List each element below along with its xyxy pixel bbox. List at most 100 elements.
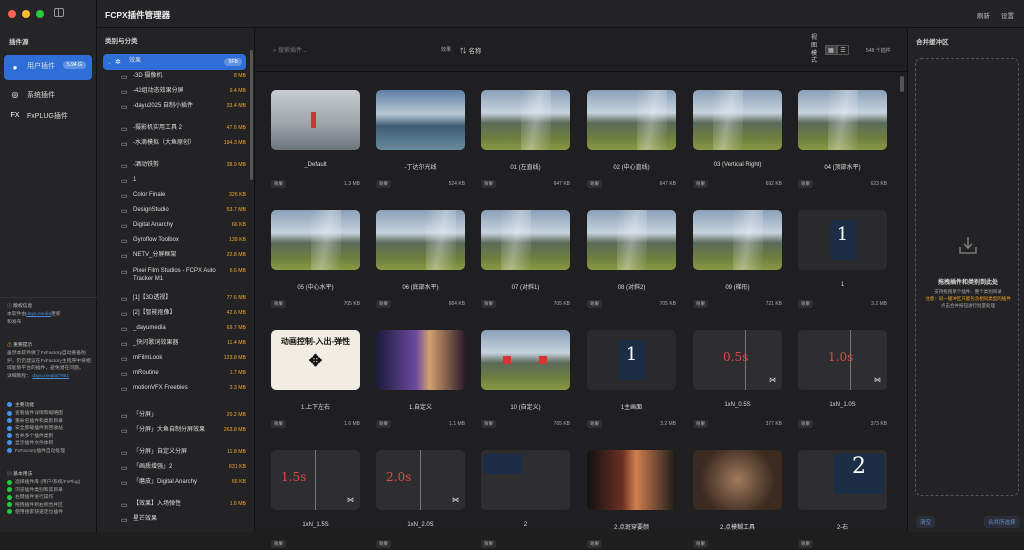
folder-icon: ▭ <box>121 74 128 81</box>
source-fxplug[interactable]: FX FxPLUG插件 <box>4 103 92 128</box>
plugin-grid-panel: ⌕ 搜索插件... 效果 ⇅ 名称 视图模式 ▦ ☰ 548 个插件 _Defa… <box>255 28 907 548</box>
plugin-card[interactable]: 1.0s ⋈ 1xN_1.0S 效果 373 KB <box>798 330 887 430</box>
category-item[interactable]: ▭ [1]【3D透视】 77.6 MB <box>103 295 246 303</box>
settings-button[interactable]: 设置 <box>1001 10 1014 20</box>
category-item[interactable]: ▭ mRoutine 1.7 MB <box>103 370 246 378</box>
drop-zone[interactable]: 拖拽插件和类别到此处 支持拖拽单个插件、整个类别目录 注意：同一缓冲区只能包含相… <box>915 58 1019 496</box>
category-scrollbar[interactable] <box>250 50 253 180</box>
category-item[interactable]: ▭ -摄影机实用工具 2 47.6 MB <box>103 125 246 133</box>
plugin-card[interactable]: 2 效果 <box>481 450 570 550</box>
plugin-thumbnail <box>271 210 360 270</box>
usage-item: 选择插件库 (用户/系统/FxPlug) <box>7 479 93 486</box>
category-item[interactable]: ▭ 1 <box>103 177 246 185</box>
grid-view-icon[interactable]: ▦ <box>825 45 837 55</box>
plugin-size: 373 KB <box>870 421 887 427</box>
plugin-card[interactable]: 01 (左直线) 效果 647 KB <box>481 90 570 190</box>
source-user[interactable]: ● 用户插件 5.94 G <box>4 55 92 80</box>
plugin-card[interactable]: 08 (对斜2) 效果 705 KB <box>587 210 676 310</box>
category-item[interactable]: ▭ 「分屏」大鱼自制分屏效果 263.8 MB <box>103 427 246 435</box>
notice-link[interactable]: dayu.media/7961 <box>32 374 69 379</box>
plugin-name: -丁达尔光线 <box>404 165 437 171</box>
plugin-card[interactable]: 09 (梯形) 效果 721 KB <box>693 210 782 310</box>
category-item[interactable]: ▭ mFilmLook 123.8 MB <box>103 355 246 363</box>
feature-title: 主要功能 <box>15 403 35 408</box>
plugin-card[interactable]: 2.0s ⋈ 1xN_2.0S 效果 <box>376 450 465 550</box>
refresh-button[interactable]: 刷新 <box>977 10 990 20</box>
category-item[interactable]: ▭ motionVFX Freebies 3.3 MB <box>103 385 246 393</box>
plugin-card[interactable]: 1 1 效果 3.2 MB <box>798 210 887 310</box>
zoom-icon[interactable] <box>36 10 44 18</box>
plugin-card[interactable]: 2 2-右 效果 <box>798 450 887 550</box>
plugin-thumbnail <box>481 90 570 150</box>
minimize-icon[interactable] <box>22 10 30 18</box>
plugin-card[interactable]: 1 1主画面 效果 3.2 MB <box>587 330 676 430</box>
search-input[interactable]: ⌕ 搜索插件... <box>273 45 307 55</box>
close-icon[interactable] <box>8 10 16 18</box>
category-item[interactable]: ▭ -42组动态效果分屏 9.4 MB <box>103 88 246 96</box>
category-item[interactable]: ▭ [2]【智能抠像】 42.6 MB <box>103 310 246 318</box>
plugin-card[interactable]: 02 (中心直线) 效果 647 KB <box>587 90 676 190</box>
plugin-card[interactable]: 03 (Vertical Right) 效果 692 KB <box>693 90 782 190</box>
version-link[interactable]: dayu.media <box>26 312 51 317</box>
category-item[interactable]: ▭ -dayu2025 自制小插件 33.4 MB <box>103 103 246 111</box>
plugin-card[interactable]: 04 (顶部水平) 效果 623 KB <box>798 90 887 190</box>
category-item[interactable]: ▭ 「画质增强」2 631 KB <box>103 464 246 472</box>
plugin-card[interactable]: 2.点模糊工具 效果 <box>693 450 782 550</box>
plugin-name: 2 <box>523 522 528 528</box>
plugin-card[interactable]: _Default 效果 1.3 MB <box>271 90 360 190</box>
category-item[interactable]: ▭ 「磨皮」Digital Anarchy 66 KB <box>103 479 246 487</box>
merge-buffer-panel: 合并缓冲区 拖拽插件和类别到此处 支持拖拽单个插件、整个类别目录 注意：同一缓冲… <box>907 28 1024 532</box>
merge-button[interactable]: 合并所选择 <box>984 516 1020 528</box>
sort-button[interactable]: ⇅ 名称 <box>460 45 481 55</box>
folder-icon: ▭ <box>121 413 128 420</box>
plugin-card[interactable]: 06 (底部水平) 效果 684 KB <box>376 210 465 310</box>
category-item[interactable]: ▭ Color Finale 326 KB <box>103 192 246 200</box>
plugin-name: 01 (左直线) <box>510 165 541 171</box>
plugin-type-tag: 效果 <box>271 180 286 188</box>
category-item[interactable]: ▭ -水滴模拟（大鱼原创） 194.3 MB <box>103 140 246 148</box>
version-title: 版权信息 <box>13 304 33 309</box>
category-item[interactable]: ▭ _dayumedia 69.7 MB <box>103 325 246 333</box>
plugin-size: 1.3 MB <box>344 181 360 187</box>
plugin-thumbnail <box>693 450 782 510</box>
plugin-card[interactable]: -丁达尔光线 效果 524 KB <box>376 90 465 190</box>
category-item[interactable]: ▭ -酒动铁剪 38.9 MB <box>103 162 246 170</box>
category-item[interactable]: ▭ DesignStudio 53.7 MB <box>103 207 246 215</box>
grid-scrollbar[interactable] <box>900 76 904 92</box>
plugin-card[interactable]: 07 (对斜1) 效果 705 KB <box>481 210 570 310</box>
plugin-name: 1.自定义 <box>408 405 432 411</box>
category-item[interactable]: ▭ NETV_分屏框架 22.8 MB <box>103 252 246 260</box>
view-mode-label: 视图模式 <box>811 35 818 65</box>
folder-icon: ▭ <box>121 502 128 509</box>
plugin-type-tag: 效果 <box>271 300 286 308</box>
plugin-name: _Default <box>304 162 327 168</box>
plugin-type-tag: 效果 <box>481 420 496 428</box>
drop-description: 支持拖拽单个插件、整个类别目录 注意：同一缓冲区只能包含相同类型的插件 点击合并… <box>925 289 1011 308</box>
plugin-card[interactable]: 05 (中心水平) 效果 705 KB <box>271 210 360 310</box>
clear-button[interactable]: 清空 <box>916 516 936 528</box>
category-item[interactable]: ▭ 星芒效果 <box>103 516 246 524</box>
category-active[interactable]: ⌄ ✲ 效果 5FB <box>103 54 246 70</box>
category-item[interactable]: ▭ 「分屏」 20.2 MB <box>103 412 246 420</box>
plugin-card[interactable]: 2.点斑穿要颜 效果 <box>587 450 676 550</box>
category-item[interactable]: ▭ Pixel Film Studios - FCPX Auto Tracker … <box>103 268 246 284</box>
sidebar-toggle-icon[interactable] <box>54 8 64 17</box>
plugin-type-tag: 效果 <box>271 420 286 428</box>
plugin-type-tag: 效果 <box>587 180 602 188</box>
category-item[interactable]: ▭ 【效果】入场弹性 1.6 MB <box>103 501 246 509</box>
plugin-type-tag: 效果 <box>798 180 813 188</box>
category-item[interactable]: ▭ Digital Anarchy 66 KB <box>103 222 246 230</box>
plugin-card[interactable]: 1.自定义 效果 1.1 MB <box>376 330 465 430</box>
list-view-icon[interactable]: ☰ <box>837 45 849 55</box>
plugin-card[interactable]: 动画控制-入出-弹性 ✥ 1.上下左右 效果 1.6 MB <box>271 330 360 430</box>
plugin-card[interactable]: 10 (自定义) 效果 765 KB <box>481 330 570 430</box>
category-item[interactable]: ▭ _快闪歌词效果器 11.4 MB <box>103 340 246 348</box>
plugin-card[interactable]: 0.5s ⋈ 1xN_0.5S 效果 377 KB <box>693 330 782 430</box>
plugin-name: 1xN_2.0S <box>407 522 434 528</box>
folder-icon: ▭ <box>121 428 128 435</box>
category-item[interactable]: ▭ Gyroflow Toolbox 139 KB <box>103 237 246 245</box>
plugin-card[interactable]: 1.5s ⋈ 1xN_1.5S 效果 <box>271 450 360 550</box>
category-item[interactable]: ▭ -3D 摄像机 8 MB <box>103 73 246 81</box>
category-item[interactable]: ▭ 「分屏」自定义分屏 11.8 MB <box>103 449 246 457</box>
plugin-type-tag: 效果 <box>693 180 708 188</box>
